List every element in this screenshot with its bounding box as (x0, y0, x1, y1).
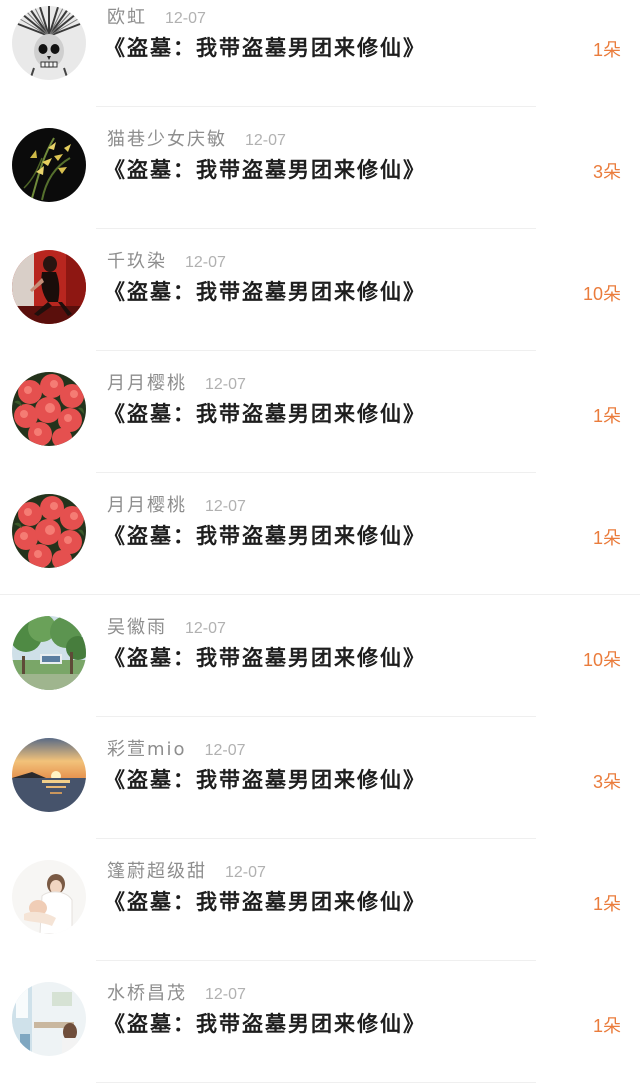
record-meta: 彩萱mio 12-07 (107, 735, 245, 763)
post-date: 12-07 (205, 986, 246, 1003)
post-date: 12-07 (245, 132, 286, 149)
user-name[interactable]: 彩萱mio (107, 735, 187, 761)
book-title[interactable]: 《盗墓：我带盗墓男团来修仙》 (104, 154, 426, 184)
user-name[interactable]: 猫巷少女庆敏 (107, 125, 227, 151)
list-item[interactable]: 千玖染 12-07 《盗墓：我带盗墓男团来修仙》 10朵 (0, 229, 640, 351)
user-name[interactable]: 千玖染 (107, 247, 167, 273)
list-item[interactable]: 猫巷少女庆敏 12-07 《盗墓：我带盗墓男团来修仙》 3朵 (0, 107, 640, 229)
sunset-lake-avatar[interactable] (12, 738, 86, 812)
list-item[interactable]: 吴徽雨 12-07 《盗墓：我带盗墓男团来修仙》 10朵 (0, 595, 640, 717)
post-date: 12-07 (185, 254, 226, 271)
post-date: 12-07 (204, 742, 246, 759)
record-meta: 篷蔚超级甜 12-07 (107, 857, 266, 885)
park-trees-avatar[interactable] (12, 616, 86, 690)
gift-count: 1朵 (592, 406, 621, 426)
list-item[interactable]: 篷蔚超级甜 12-07 《盗墓：我带盗墓男团来修仙》 1朵 (0, 839, 640, 961)
gift-count: 1朵 (592, 40, 621, 60)
gift-count: 3朵 (592, 772, 621, 792)
list-item[interactable]: 月月樱桃 12-07 《盗墓：我带盗墓男团来修仙》 1朵 (0, 473, 640, 595)
gift-count: 10朵 (582, 284, 621, 304)
book-title[interactable]: 《盗墓：我带盗墓男团来修仙》 (104, 276, 426, 306)
book-title[interactable]: 《盗墓：我带盗墓男团来修仙》 (104, 764, 426, 794)
book-title[interactable]: 《盗墓：我带盗墓男团来修仙》 (104, 398, 426, 428)
record-meta: 猫巷少女庆敏 12-07 (107, 125, 286, 153)
record-meta: 月月樱桃 12-07 (107, 491, 246, 519)
gift-count: 1朵 (592, 528, 621, 548)
woman-red-room-avatar[interactable] (12, 250, 86, 324)
list-item[interactable]: 彩萱mio 12-07 《盗墓：我带盗墓男团来修仙》 3朵 (0, 717, 640, 839)
user-name[interactable]: 月月樱桃 (107, 369, 187, 395)
user-name[interactable]: 吴徽雨 (107, 613, 167, 639)
book-title[interactable]: 《盗墓：我带盗墓男团来修仙》 (104, 642, 426, 672)
red-flowers-avatar[interactable] (12, 494, 86, 568)
record-meta: 月月樱桃 12-07 (107, 369, 246, 397)
list-item[interactable]: 月月樱桃 12-07 《盗墓：我带盗墓男团来修仙》 1朵 (0, 351, 640, 473)
mother-baby-avatar[interactable] (12, 860, 86, 934)
gift-count: 3朵 (592, 162, 621, 182)
orchid-avatar[interactable] (12, 128, 86, 202)
red-flowers-avatar[interactable] (12, 372, 86, 446)
post-date: 12-07 (205, 376, 246, 393)
post-date: 12-07 (185, 620, 226, 637)
user-name[interactable]: 欧虹 (107, 3, 147, 29)
post-date: 12-07 (165, 10, 206, 27)
record-meta: 欧虹 12-07 (107, 3, 206, 31)
post-date: 12-07 (205, 498, 246, 515)
user-name[interactable]: 篷蔚超级甜 (107, 857, 207, 883)
book-title[interactable]: 《盗墓：我带盗墓男团来修仙》 (104, 32, 426, 62)
post-date: 12-07 (225, 864, 266, 881)
gift-count: 1朵 (592, 1016, 621, 1036)
user-name[interactable]: 水桥昌茂 (107, 979, 187, 1005)
gift-count: 1朵 (592, 894, 621, 914)
gift-record-list: 欧虹 12-07 《盗墓：我带盗墓男团来修仙》 1朵 猫巷少女庆敏 12-07 … (0, 0, 640, 1083)
room-interior-avatar[interactable] (12, 982, 86, 1056)
record-meta: 水桥昌茂 12-07 (107, 979, 246, 1007)
record-meta: 吴徽雨 12-07 (107, 613, 226, 641)
gift-count: 10朵 (582, 650, 621, 670)
book-title[interactable]: 《盗墓：我带盗墓男团来修仙》 (104, 886, 426, 916)
book-title[interactable]: 《盗墓：我带盗墓男团来修仙》 (104, 1008, 426, 1038)
book-title[interactable]: 《盗墓：我带盗墓男团来修仙》 (104, 520, 426, 550)
record-meta: 千玖染 12-07 (107, 247, 226, 275)
list-item[interactable]: 水桥昌茂 12-07 《盗墓：我带盗墓男团来修仙》 1朵 (0, 961, 640, 1083)
skull-headdress-avatar[interactable] (12, 6, 86, 80)
list-item[interactable]: 欧虹 12-07 《盗墓：我带盗墓男团来修仙》 1朵 (0, 0, 640, 107)
user-name[interactable]: 月月樱桃 (107, 491, 187, 517)
